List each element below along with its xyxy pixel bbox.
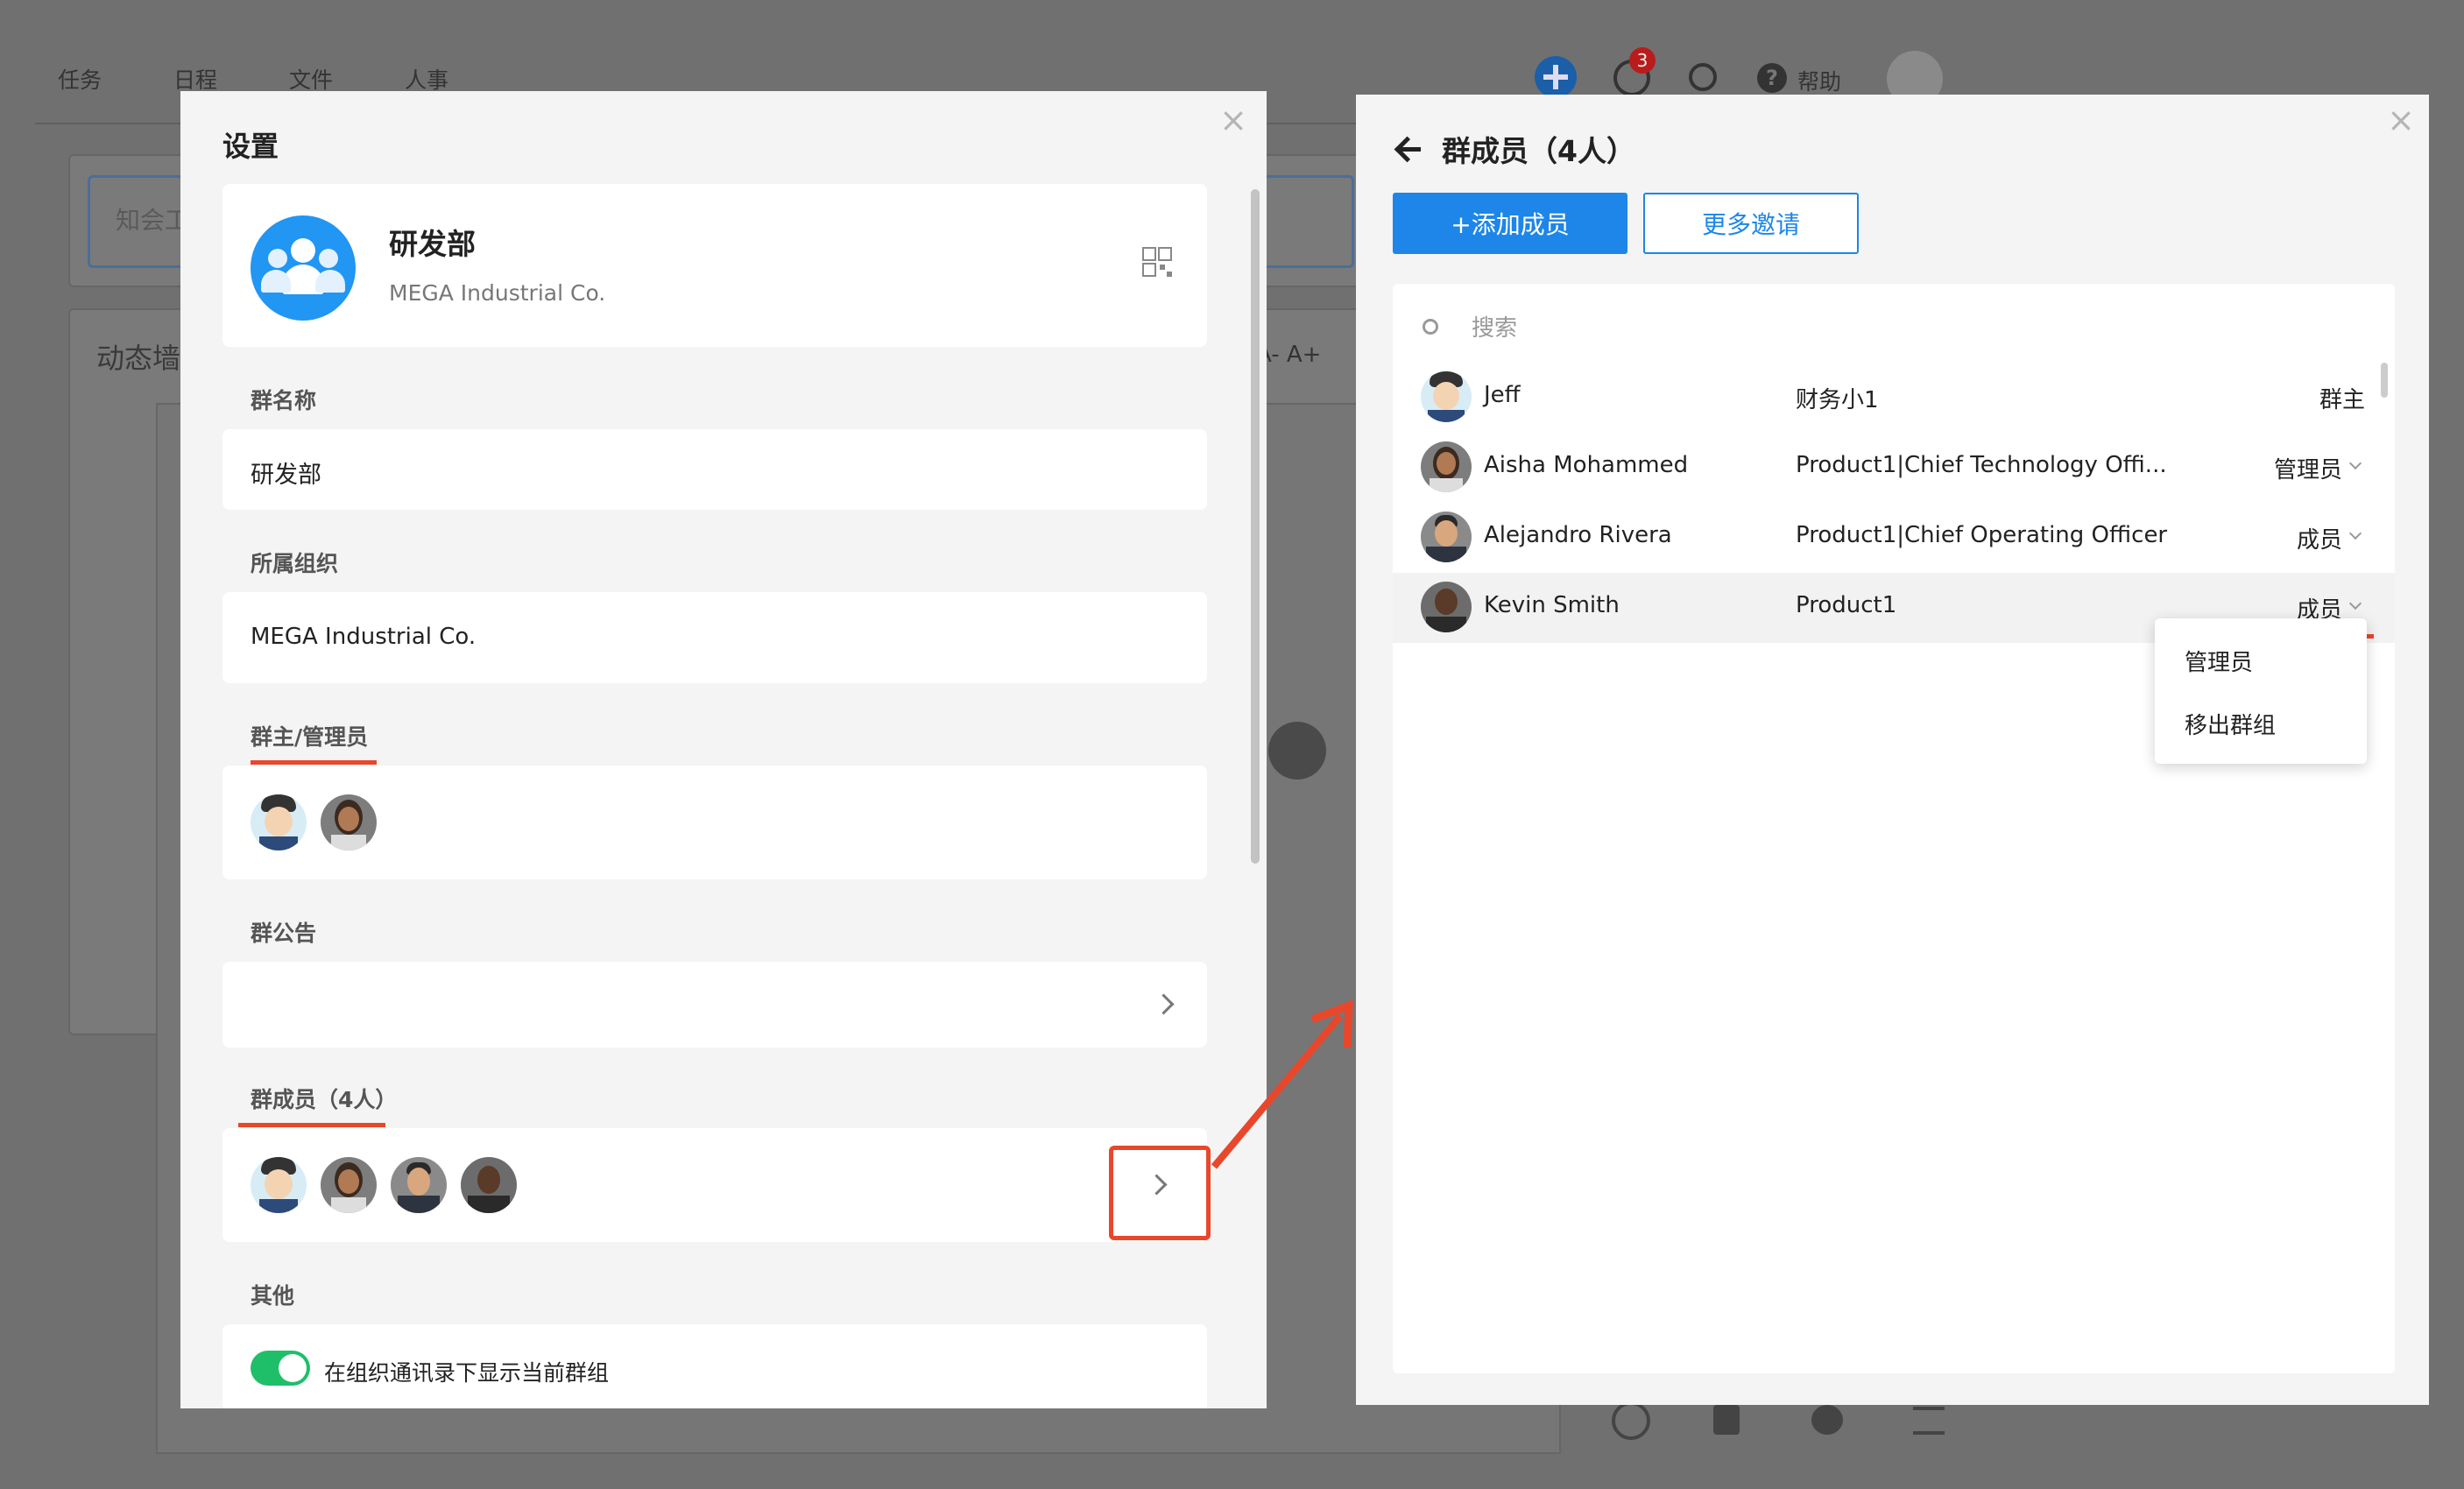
avatar-kevin — [461, 1157, 517, 1213]
search-input[interactable]: 搜索 — [1472, 310, 1517, 342]
nav-tab-hr[interactable]: 人事 — [405, 63, 448, 95]
org-label: 所属组织 — [251, 551, 339, 576]
admins-highlight-line — [251, 760, 377, 765]
group-icon — [251, 215, 356, 321]
member-name: Kevin Smith — [1484, 592, 1620, 618]
avatar-jeff — [251, 1157, 307, 1213]
admins-row[interactable] — [222, 766, 1207, 879]
announcement-row[interactable] — [222, 962, 1207, 1048]
bottom-search-icon[interactable] — [1612, 1401, 1650, 1440]
nav-tab-files[interactable]: 文件 — [289, 63, 333, 95]
menu-item-remove[interactable]: 移出群组 — [2185, 708, 2276, 740]
chevron-down-icon[interactable] — [2348, 526, 2362, 540]
avatar-aisha — [321, 794, 377, 850]
member-dept: Product1|Chief Technology Offi... — [1796, 452, 2167, 478]
members-arrow-highlight — [1109, 1146, 1211, 1240]
member-row-aisha[interactable]: Aisha Mohammed Product1|Chief Technology… — [1393, 433, 2395, 503]
help-icon[interactable]: ? — [1757, 63, 1787, 93]
members-label: 群成员（4人） — [251, 1087, 398, 1112]
bottom-chat-icon[interactable] — [1811, 1405, 1843, 1435]
nav-tab-calendar[interactable]: 日程 — [173, 63, 217, 95]
bottom-list-icon[interactable] — [1913, 1407, 1945, 1435]
bg-search-placeholder: 知会工 — [116, 206, 190, 235]
member-dept: Product1 — [1796, 592, 1897, 618]
group-name-value: 研发部 — [251, 462, 321, 489]
members-row[interactable] — [222, 1128, 1211, 1242]
avatar-alejandro — [391, 1157, 447, 1213]
notification-badge: 3 — [1629, 47, 1656, 74]
member-name: Jeff — [1484, 382, 1521, 408]
group-name: 研发部 — [389, 227, 476, 261]
role-dropdown[interactable]: 成员 — [2297, 522, 2342, 554]
avatar-jeff — [251, 794, 307, 850]
add-member-button[interactable]: +添加成员 — [1393, 193, 1627, 254]
avatar-jeff — [1421, 371, 1472, 422]
settings-dialog: × 设置 研发部 MEGA Industrial Co. 群名称 研发部 所属组… — [180, 91, 1267, 1408]
avatar-aisha — [1421, 441, 1472, 492]
close-icon[interactable]: × — [2387, 103, 2415, 137]
org-field: MEGA Industrial Co. — [222, 592, 1207, 683]
member-role: 群主 — [2319, 387, 2365, 413]
group-name-field[interactable]: 研发部 — [222, 429, 1207, 510]
members-highlight-line — [238, 1123, 385, 1127]
toggle-switch[interactable] — [251, 1351, 310, 1386]
avatar-alejandro — [1421, 512, 1472, 562]
back-arrow-icon[interactable] — [1393, 135, 1423, 165]
add-icon[interactable] — [1535, 56, 1577, 98]
announcement-label: 群公告 — [251, 921, 317, 946]
group-name-label: 群名称 — [251, 388, 317, 413]
member-name: Alejandro Rivera — [1484, 522, 1672, 548]
member-name: Aisha Mohammed — [1484, 452, 1689, 478]
group-org: MEGA Industrial Co. — [389, 280, 606, 306]
menu-item-admin[interactable]: 管理员 — [2185, 645, 2253, 677]
bottom-contact-icon[interactable] — [1713, 1405, 1740, 1435]
more-invite-button[interactable]: 更多邀请 — [1643, 193, 1859, 254]
bg-wall-title: 动态墙 — [96, 342, 181, 375]
member-row-alejandro[interactable]: Alejandro Rivera Product1|Chief Operatin… — [1393, 503, 2395, 573]
member-row-jeff[interactable]: Jeff 财务小1 群主 — [1393, 363, 2395, 433]
avatar-kevin — [1421, 582, 1472, 632]
bg-member-avatar — [1268, 722, 1326, 780]
member-dept: 财务小1 — [1796, 387, 1879, 413]
org-value: MEGA Industrial Co. — [251, 624, 477, 650]
chevron-right-icon — [1153, 993, 1175, 1015]
role-dropdown[interactable]: 管理员 — [2274, 452, 2342, 484]
help-label[interactable]: 帮助 — [1797, 65, 1841, 96]
avatar-aisha — [321, 1157, 377, 1213]
close-icon[interactable]: × — [1219, 103, 1247, 137]
annotation-arrow — [1211, 999, 1353, 1169]
scrollbar[interactable] — [1251, 189, 1260, 864]
member-list: 搜索 Jeff 财务小1 群主 Aisha Mohammed Product1|… — [1393, 284, 2395, 1373]
chevron-down-icon[interactable] — [2348, 456, 2362, 470]
group-card: 研发部 MEGA Industrial Co. — [222, 184, 1207, 347]
panel-title: 群成员（4人） — [1442, 134, 1635, 168]
role-menu: 管理员 移出群组 — [2155, 618, 2367, 764]
qr-code-icon[interactable] — [1142, 247, 1172, 277]
chevron-down-icon[interactable] — [2348, 596, 2362, 610]
search-icon — [1423, 319, 1438, 335]
member-dept: Product1|Chief Operating Officer — [1796, 522, 2168, 548]
admins-label: 群主/管理员 — [251, 724, 369, 750]
dialog-title: 设置 — [222, 130, 279, 163]
nav-tab-tasks[interactable]: 任务 — [58, 63, 102, 95]
other-label: 其他 — [251, 1283, 295, 1309]
other-row: 在组织通讯录下显示当前群组 — [222, 1324, 1207, 1408]
search-icon[interactable] — [1689, 63, 1717, 91]
toggle-label: 在组织通讯录下显示当前群组 — [324, 1360, 610, 1386]
